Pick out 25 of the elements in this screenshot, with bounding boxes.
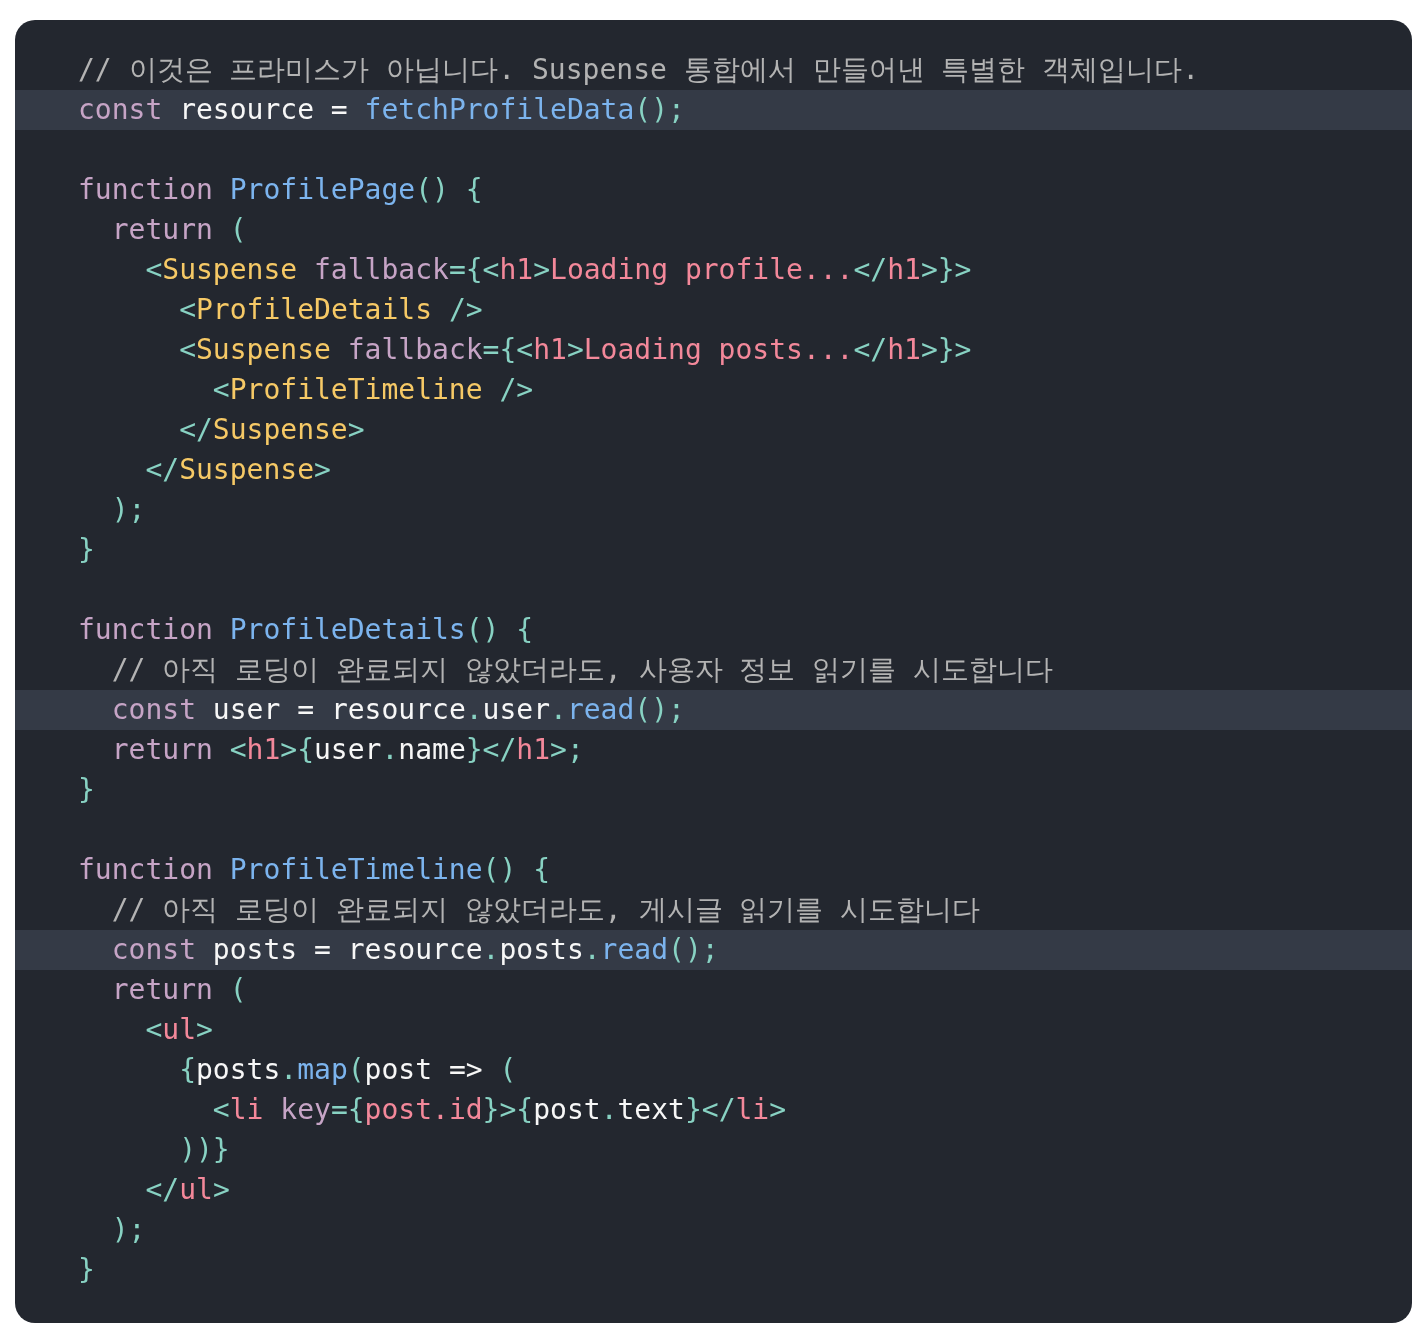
code-line: return <h1>{user.name}</h1>; — [110, 732, 585, 768]
code-line: ))} — [178, 1132, 231, 1168]
code-line: {posts.map(post => ( — [178, 1052, 518, 1088]
code-line: <li key={post.id}>{post.text}</li> — [211, 1092, 788, 1128]
code-line: <ProfileDetails /> — [178, 292, 484, 328]
code-line: <Suspense fallback={<h1>Loading profile...</h1>}> — [144, 252, 973, 288]
code-line: </Suspense> — [144, 452, 332, 488]
code-line: <ul> — [144, 1012, 214, 1048]
code-line: return ( — [110, 212, 248, 248]
code-comment: // 아직 로딩이 완료되지 않았더라도, 게시글 읽기를 시도합니다 — [110, 892, 982, 928]
code-line: </Suspense> — [178, 412, 366, 448]
code-line: } — [77, 532, 96, 568]
code-line: <ProfileTimeline /> — [211, 372, 535, 408]
code-line: <Suspense fallback={<h1>Loading posts...</h1>}> — [178, 332, 973, 368]
code-line: } — [77, 772, 96, 808]
code-line: function ProfileDetails() { — [77, 612, 535, 648]
code-comment: // 아직 로딩이 완료되지 않았더라도, 사용자 정보 읽기를 시도합니다 — [110, 652, 1055, 688]
code-line: return ( — [110, 972, 248, 1008]
code-line: function ProfileTimeline() { — [77, 852, 552, 888]
code-line: </ul> — [144, 1172, 231, 1208]
code-comment: // 이것은 프라미스가 아닙니다. Suspense 통합에서 만들어낸 특별한 객체입니다. — [77, 52, 1201, 88]
code-line: ); — [110, 1212, 147, 1248]
code-line: function ProfilePage() { — [77, 172, 484, 208]
code-line: } — [77, 1252, 96, 1288]
code-line: ); — [110, 492, 147, 528]
